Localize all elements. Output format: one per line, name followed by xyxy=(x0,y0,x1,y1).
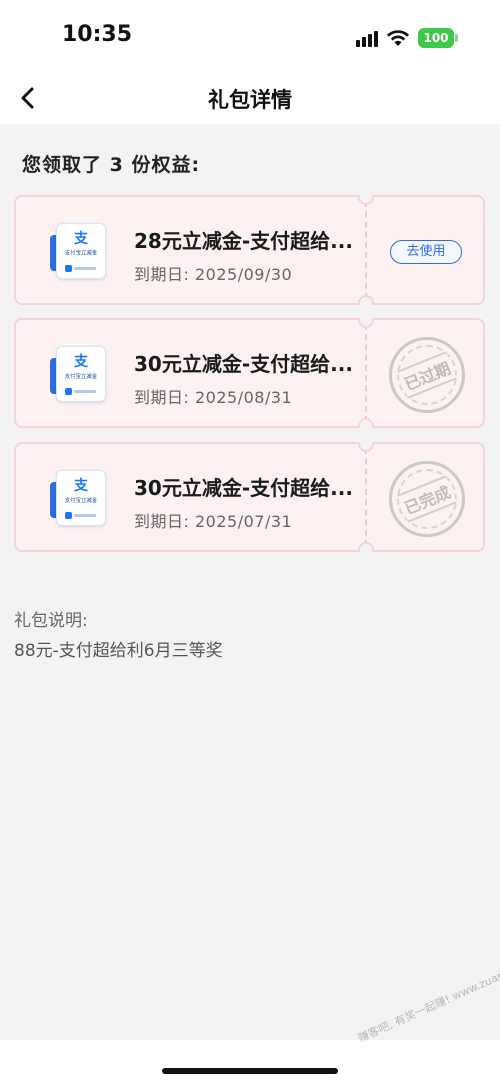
watermark: 赚客吧, 有奖一起赚! www.zuanke8.com xyxy=(356,949,500,1045)
status-bar: 10:35 100 xyxy=(0,0,500,72)
package-info-label: 礼包说明: xyxy=(14,611,88,631)
battery-icon: 100 xyxy=(418,28,458,48)
home-indicator[interactable] xyxy=(162,1068,338,1074)
package-info-text: 88元-支付超给利6月三等奖 xyxy=(14,641,223,661)
thumbnail-caption: 支付宝立减金 xyxy=(64,497,98,504)
nav-bar: 礼包详情 xyxy=(0,72,500,124)
page-title: 礼包详情 xyxy=(208,88,292,112)
status-icons: 100 xyxy=(356,24,458,52)
coupon-title: 30元立减金-支付超给... xyxy=(134,352,353,376)
status-time: 10:35 xyxy=(62,22,133,47)
coupon-card[interactable]: 支 支付宝立减金 30元立减金-支付超给... 到期日: 2025/07/31 … xyxy=(14,442,485,552)
coupon-divider xyxy=(365,448,367,546)
signal-icon xyxy=(356,29,378,47)
stamp-label: 已过期 xyxy=(397,351,457,399)
expired-stamp: 已过期 xyxy=(389,337,465,413)
coupon-card[interactable]: 支 支付宝立减金 30元立减金-支付超给... 到期日: 2025/08/31 … xyxy=(14,318,485,428)
coupon-title: 28元立减金-支付超给... xyxy=(134,229,353,253)
wifi-icon xyxy=(387,30,409,46)
use-coupon-button[interactable]: 去使用 xyxy=(390,240,462,264)
coupon-thumbnail: 支 支付宝立减金 xyxy=(50,223,106,279)
thumbnail-caption: 支付宝立减金 xyxy=(64,373,98,380)
alipay-logo-icon: 支 xyxy=(74,231,88,247)
coupon-divider xyxy=(365,201,367,299)
thumbnail-caption: 支付宝立减金 xyxy=(64,250,98,257)
coupon-expiry: 到期日: 2025/07/31 xyxy=(134,512,293,531)
alipay-logo-icon: 支 xyxy=(74,478,88,494)
coupon-thumbnail: 支 支付宝立减金 xyxy=(50,346,106,402)
coupon-expiry: 到期日: 2025/08/31 xyxy=(134,388,293,407)
alipay-logo-icon: 支 xyxy=(74,354,88,370)
benefits-heading: 您领取了 3 份权益: xyxy=(22,154,201,176)
coupon-card[interactable]: 支 支付宝立减金 28元立减金-支付超给... 到期日: 2025/09/30 … xyxy=(14,195,485,305)
bottom-safe-area xyxy=(0,1040,500,1084)
coupon-divider xyxy=(365,324,367,422)
coupon-expiry: 到期日: 2025/09/30 xyxy=(134,265,293,284)
stamp-label: 已完成 xyxy=(397,475,457,523)
coupon-thumbnail: 支 支付宝立减金 xyxy=(50,470,106,526)
coupon-title: 30元立减金-支付超给... xyxy=(134,476,353,500)
completed-stamp: 已完成 xyxy=(389,461,465,537)
